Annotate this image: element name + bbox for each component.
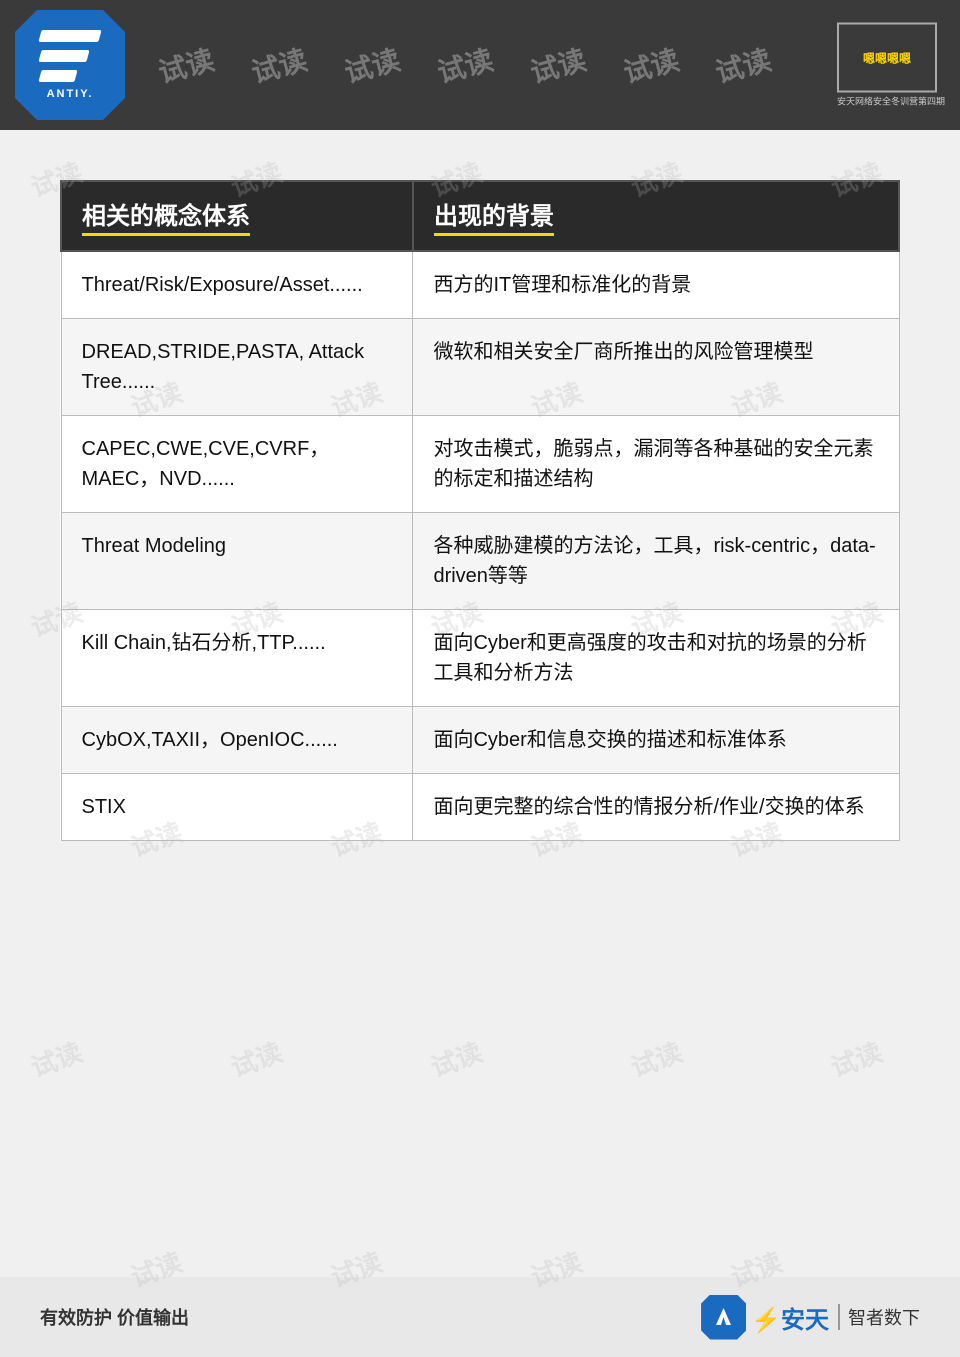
table-row: Threat Modeling各种威胁建模的方法论，工具，risk-centri… [61, 513, 899, 610]
table-cell-concept: STIX [61, 774, 413, 841]
header-wm-6: 试读 [618, 38, 682, 91]
table-cell-background: 面向Cyber和更高强度的攻击和对抗的场景的分析工具和分析方法 [413, 610, 899, 707]
table-cell-concept: CAPEC,CWE,CVE,CVRF，MAEC，NVD...... [61, 416, 413, 513]
table-cell-concept: CybOX,TAXII，OpenIOC...... [61, 707, 413, 774]
training-subtitle: 安天网络安全冬训营第四期 [837, 95, 945, 108]
header-wm-3: 试读 [340, 38, 404, 91]
table-row: DREAD,STRIDE,PASTA, Attack Tree......微软和… [61, 319, 899, 416]
watermark-19: 试读 [225, 1032, 287, 1085]
table-cell-background: 微软和相关安全厂商所推出的风险管理模型 [413, 319, 899, 416]
table-cell-concept: Threat Modeling [61, 513, 413, 610]
table-row: STIX面向更完整的综合性的情报分析/作业/交换的体系 [61, 774, 899, 841]
header-watermarks: 试读 试读 试读 试读 试读 试读 试读 [0, 0, 960, 130]
concept-table: 相关的概念体系 出现的背景 Threat/Risk/Exposure/Asset… [60, 180, 900, 841]
watermark-22: 试读 [825, 1032, 887, 1085]
header-right-logo: 嗯嗯嗯嗯 安天网络安全冬训营第四期 [837, 23, 945, 108]
table-cell-background: 各种威胁建模的方法论，工具，risk-centric，data-driven等等 [413, 513, 899, 610]
col2-header: 出现的背景 [413, 181, 899, 251]
table-row: CybOX,TAXII，OpenIOC......面向Cyber和信息交换的描述… [61, 707, 899, 774]
table-cell-concept: DREAD,STRIDE,PASTA, Attack Tree...... [61, 319, 413, 416]
training-badge: 嗯嗯嗯嗯 [837, 23, 937, 93]
header: ANTIY. 试读 试读 试读 试读 试读 试读 试读 嗯嗯嗯嗯 安天网络安全冬… [0, 0, 960, 130]
header-wm-2: 试读 [247, 38, 311, 91]
table-cell-background: 对攻击模式，脆弱点，漏洞等各种基础的安全元素的标定和描述结构 [413, 416, 899, 513]
footer-slogan: 有效防护 价值输出 [40, 1304, 189, 1330]
col1-header: 相关的概念体系 [61, 181, 413, 251]
header-wm-7: 试读 [711, 38, 775, 91]
watermark-21: 试读 [625, 1032, 687, 1085]
footer-logo-icon [701, 1295, 746, 1340]
table-cell-background: 西方的IT管理和标准化的背景 [413, 251, 899, 319]
table-row: CAPEC,CWE,CVE,CVRF，MAEC，NVD......对攻击模式，脆… [61, 416, 899, 513]
footer-logo-sub: 智者数下 [838, 1304, 920, 1330]
table-cell-background: 面向Cyber和信息交换的描述和标准体系 [413, 707, 899, 774]
footer-logo-brand: ⚡安天 [751, 1300, 829, 1335]
table-cell-concept: Threat/Risk/Exposure/Asset...... [61, 251, 413, 319]
table-row: Threat/Risk/Exposure/Asset......西方的IT管理和… [61, 251, 899, 319]
header-wm-4: 试读 [433, 38, 497, 91]
content-area: 相关的概念体系 出现的背景 Threat/Risk/Exposure/Asset… [0, 130, 960, 881]
table-row: Kill Chain,钻石分析,TTP......面向Cyber和更高强度的攻击… [61, 610, 899, 707]
footer-logo: ⚡安天 智者数下 [701, 1295, 920, 1340]
footer: 有效防护 价值输出 ⚡安天 智者数下 [0, 1277, 960, 1357]
table-cell-background: 面向更完整的综合性的情报分析/作业/交换的体系 [413, 774, 899, 841]
header-wm-1: 试读 [154, 38, 218, 91]
header-wm-5: 试读 [526, 38, 590, 91]
main-content: 相关的概念体系 出现的背景 Threat/Risk/Exposure/Asset… [0, 130, 960, 881]
watermark-18: 试读 [25, 1032, 87, 1085]
watermark-20: 试读 [425, 1032, 487, 1085]
table-cell-concept: Kill Chain,钻石分析,TTP...... [61, 610, 413, 707]
